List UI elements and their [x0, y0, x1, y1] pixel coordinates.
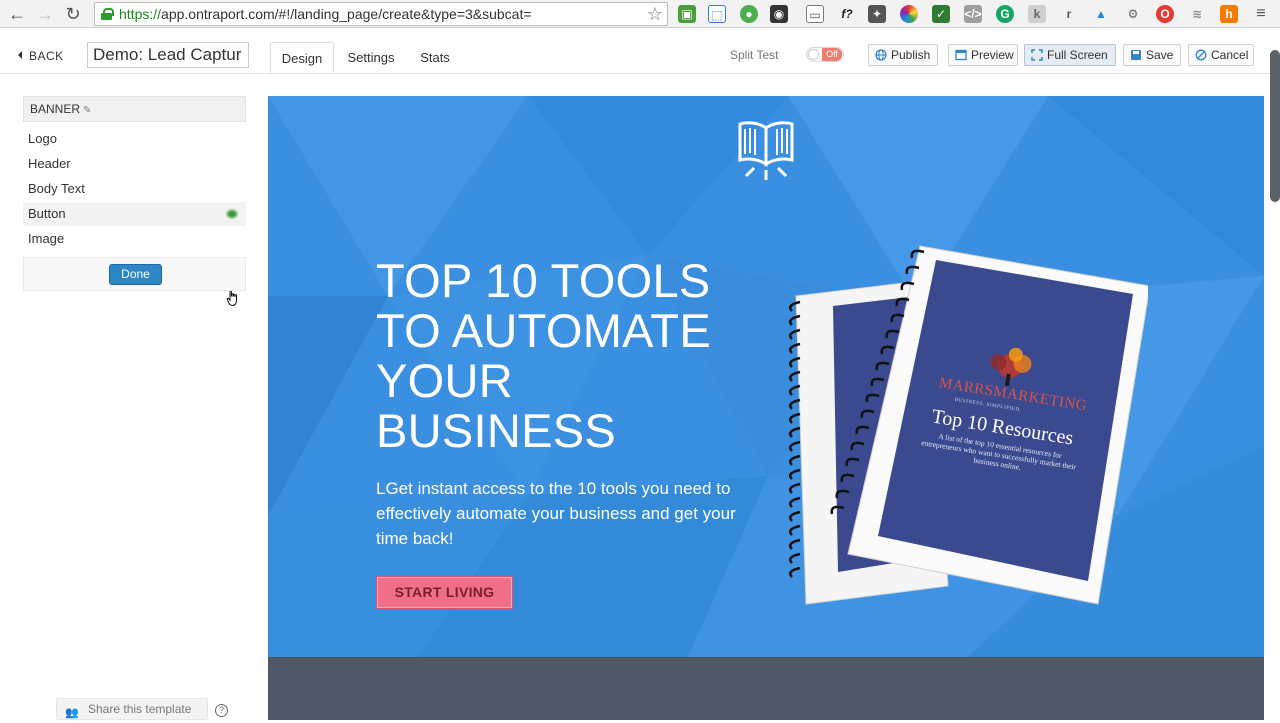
globe-icon: [875, 49, 887, 61]
banner-headline[interactable]: TOP 10 TOOLS TO AUTOMATE YOUR BUSINESS: [376, 256, 756, 456]
hand-cursor-icon: [226, 290, 237, 307]
editor-toolbar: BACK Demo: Lead Captur Design Settings S…: [0, 28, 1280, 74]
sidebar-item-header[interactable]: Header: [23, 152, 246, 176]
lock-icon: [101, 8, 114, 20]
fullscreen-icon: [1031, 49, 1043, 61]
extension-code-icon[interactable]: </>: [964, 5, 982, 23]
fullscreen-button[interactable]: Full Screen: [1024, 44, 1116, 66]
browser-chrome: ← → ↻ https://app.ontraport.com/#!/landi…: [0, 0, 1280, 28]
element-sidebar: BANNER ✎ Logo Header Body Text Button Ima…: [0, 74, 268, 720]
browser-menu-icon[interactable]: ≡: [1252, 5, 1270, 23]
next-section[interactable]: [268, 657, 1264, 720]
reload-icon[interactable]: ↻: [62, 4, 84, 24]
fullscreen-label: Full Screen: [1047, 48, 1108, 62]
split-test-toggle[interactable]: Off: [806, 47, 844, 62]
banner-body-text[interactable]: LGet instant access to the 10 tools you …: [376, 476, 766, 551]
help-icon[interactable]: ?: [215, 704, 228, 717]
publish-button[interactable]: Publish: [868, 44, 938, 66]
extension-gear-icon[interactable]: ⚙: [1124, 5, 1142, 23]
banner-section[interactable]: TOP 10 TOOLS TO AUTOMATE YOUR BUSINESS L…: [268, 96, 1264, 657]
extension-drive-icon[interactable]: ▲: [1092, 5, 1110, 23]
back-button[interactable]: BACK: [18, 49, 64, 63]
save-button[interactable]: Save: [1123, 44, 1181, 66]
address-bar[interactable]: https://app.ontraport.com/#!/landing_pag…: [94, 2, 668, 26]
sidebar-item-image[interactable]: Image: [23, 227, 246, 251]
extension-evernote-icon[interactable]: ●: [740, 5, 758, 23]
caret-left-icon: [18, 51, 22, 59]
url-path: app.ontraport.com/#!/landing_page/create…: [161, 6, 532, 22]
landing-page-canvas: TOP 10 TOOLS TO AUTOMATE YOUR BUSINESS L…: [268, 96, 1264, 720]
section-title: BANNER: [30, 102, 81, 116]
extension-formula-icon[interactable]: f?: [838, 5, 856, 23]
users-icon: 👥: [65, 707, 79, 719]
preview-label: Preview: [971, 48, 1014, 62]
preview-window-icon: [955, 49, 967, 61]
preview-button[interactable]: Preview: [948, 44, 1018, 66]
extension-owl-icon[interactable]: ◉: [770, 5, 788, 23]
back-label: BACK: [29, 49, 64, 63]
sidebar-item-logo[interactable]: Logo: [23, 127, 246, 151]
sidebar-item-body-text[interactable]: Body Text: [23, 177, 246, 201]
pencil-icon[interactable]: ✎: [83, 105, 91, 116]
start-living-button[interactable]: START LIVING: [376, 576, 513, 609]
toggle-state: Off: [822, 48, 842, 61]
share-label: Share this template: [88, 702, 192, 716]
back-arrow-icon[interactable]: ←: [6, 4, 28, 24]
split-test-label: Split Test: [730, 48, 779, 62]
tab-settings[interactable]: Settings: [338, 42, 404, 74]
extension-opera-icon[interactable]: O: [1156, 5, 1174, 23]
done-button[interactable]: Done: [109, 264, 162, 285]
page-title-value: Demo: Lead Captur: [93, 45, 242, 64]
bookmark-star-icon[interactable]: ☆: [647, 3, 663, 25]
visibility-toggle-icon[interactable]: [226, 209, 238, 219]
page-title-input[interactable]: Demo: Lead Captur: [87, 42, 249, 68]
open-book-logo-icon[interactable]: [736, 116, 796, 182]
extension-bookmark-icon[interactable]: ✓: [932, 5, 950, 23]
floppy-disk-icon: [1131, 50, 1141, 60]
sidebar-item-button[interactable]: Button: [23, 202, 246, 226]
extension-wave-icon[interactable]: ≋: [1188, 5, 1206, 23]
url-scheme: https://: [119, 6, 162, 22]
cancel-label: Cancel: [1211, 48, 1249, 62]
ebook-image[interactable]: MARRSMARKETING BUSINESS. SIMPLIFIED. Top…: [778, 236, 1148, 606]
extension-tool-icon[interactable]: ✦: [868, 5, 886, 23]
cancel-circle-icon: [1195, 49, 1207, 61]
save-label: Save: [1146, 48, 1174, 62]
cancel-button[interactable]: Cancel: [1188, 44, 1254, 66]
extension-r-icon[interactable]: r: [1060, 5, 1078, 23]
extension-robot-icon[interactable]: ▣: [678, 5, 696, 23]
tab-design[interactable]: Design: [270, 42, 334, 74]
tab-stats[interactable]: Stats: [410, 42, 460, 74]
publish-label: Publish: [891, 48, 931, 62]
toggle-knob: [808, 49, 819, 60]
page-scrollbar[interactable]: [1270, 50, 1280, 202]
done-panel: Done: [23, 257, 246, 291]
section-header-banner[interactable]: BANNER ✎: [23, 96, 246, 122]
extension-hubspot-icon[interactable]: h: [1220, 5, 1238, 23]
extension-generic-icon[interactable]: k: [1028, 5, 1046, 23]
forward-arrow-icon[interactable]: →: [34, 4, 56, 24]
sidebar-item-label: Button: [28, 206, 66, 221]
share-template-button[interactable]: 👥 Share this template: [56, 698, 208, 720]
extension-grammarly-icon[interactable]: G: [996, 5, 1014, 23]
extension-screenshot-icon[interactable]: ⬚: [708, 5, 726, 23]
extension-cast-icon[interactable]: ▭: [806, 5, 824, 23]
extension-colorpicker-icon[interactable]: [900, 5, 918, 23]
